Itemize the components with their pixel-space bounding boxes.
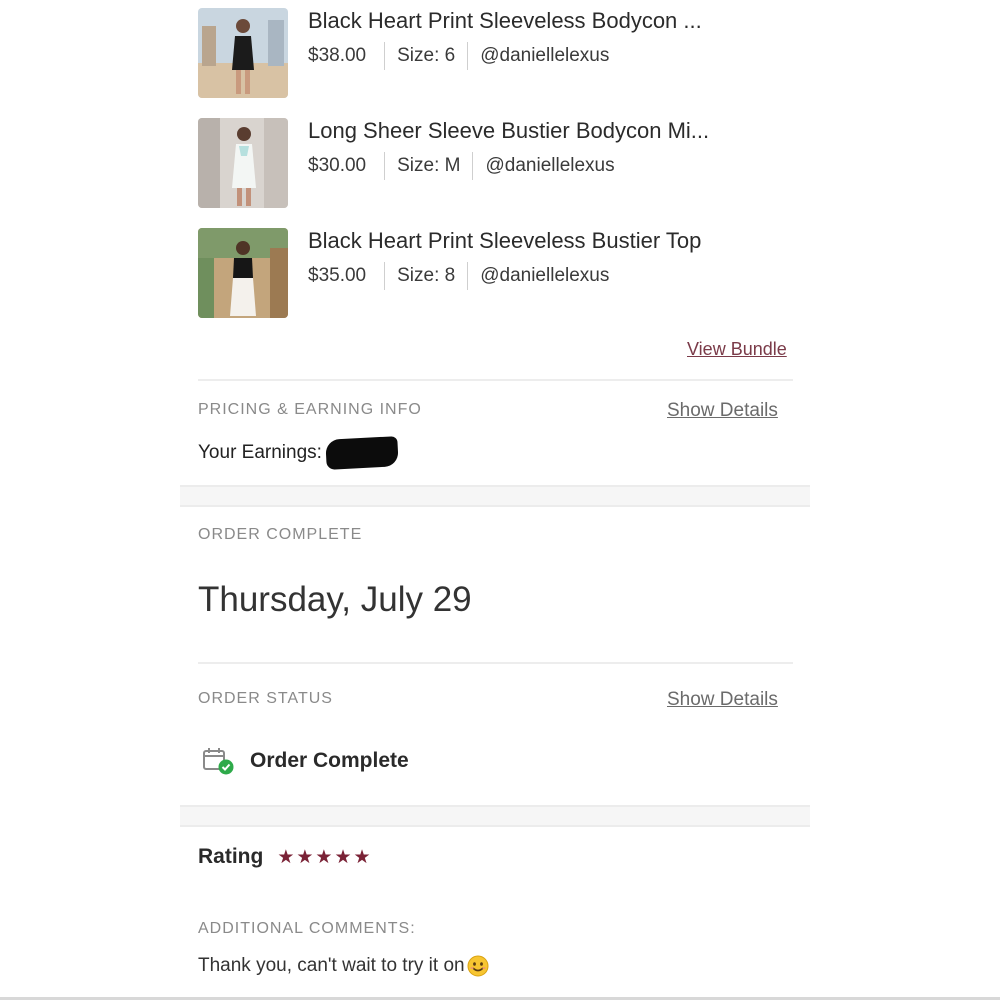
star-icon: ★ [296,846,314,868]
bundle-item[interactable]: Long Sheer Sleeve Bustier Bodycon Mi... … [198,118,798,210]
order-status-text: Order Complete [250,749,409,772]
item-title[interactable]: Black Heart Print Sleeveless Bodycon ... [308,8,702,34]
item-size: Size: M [397,155,461,176]
star-icon: ★ [334,846,352,868]
black-top-photo-icon [198,228,288,318]
white-dress-photo-icon [198,118,288,208]
item-size: Size: 8 [397,265,456,286]
pricing-show-details-link[interactable]: Show Details [667,400,778,422]
meta-divider [467,262,469,290]
star-icon: ★ [315,846,333,868]
item-meta: $35.00 Size: 8 @daniellelexus [308,262,609,290]
item-title[interactable]: Long Sheer Sleeve Bustier Bodycon Mi... [308,118,709,144]
rating-row: Rating ★ ★ ★ ★ ★ [198,845,373,869]
black-dress-photo-icon [198,8,288,98]
calendar-check-icon [202,746,236,776]
item-title[interactable]: Black Heart Print Sleeveless Bustier Top [308,228,701,254]
meta-divider [467,42,469,70]
smiling-face-emoji-icon [467,955,489,977]
item-thumbnail[interactable] [198,118,288,208]
section-divider [198,662,793,664]
item-seller[interactable]: @daniellelexus [485,155,614,177]
item-meta: $30.00 Size: M @daniellelexus [308,152,615,180]
star-rating: ★ ★ ★ ★ ★ [277,846,372,869]
redacted-earnings-value [325,436,399,470]
pricing-section-label: PRICING & EARNING INFO [198,401,422,418]
order-complete-date: Thursday, July 29 [198,580,472,619]
item-price: $35.00 [308,265,367,286]
order-status-section-label: ORDER STATUS [198,690,333,707]
star-icon: ★ [353,846,371,868]
meta-divider [472,152,474,180]
section-separator [180,805,810,827]
item-price: $38.00 [308,45,367,66]
earnings-row: Your Earnings: [198,436,399,470]
status-show-details-link[interactable]: Show Details [667,689,778,711]
meta-divider [384,152,386,180]
meta-divider [384,262,386,290]
comment-text: Thank you, can't wait to try it on [198,955,465,976]
order-detail-page: Black Heart Print Sleeveless Bodycon ...… [0,0,1000,1000]
section-separator [180,485,810,507]
comments-section-label: ADDITIONAL COMMENTS: [198,920,416,937]
item-thumbnail[interactable] [198,228,288,318]
bundle-item[interactable]: Black Heart Print Sleeveless Bodycon ...… [198,8,798,100]
order-status-row: Order Complete [202,746,409,776]
item-meta: $38.00 Size: 6 @daniellelexus [308,42,609,70]
comment-row: Thank you, can't wait to try it on [198,955,489,977]
item-price: $30.00 [308,155,367,176]
earnings-label: Your Earnings: [198,442,322,463]
star-icon: ★ [277,846,295,868]
item-thumbnail[interactable] [198,8,288,98]
item-seller[interactable]: @daniellelexus [480,265,609,287]
item-seller[interactable]: @daniellelexus [480,45,609,67]
meta-divider [384,42,386,70]
item-size: Size: 6 [397,45,456,66]
section-divider [198,379,793,381]
bundle-item[interactable]: Black Heart Print Sleeveless Bustier Top… [198,228,798,320]
rating-label: Rating [198,845,264,868]
order-complete-section-label: ORDER COMPLETE [198,526,363,543]
view-bundle-link[interactable]: View Bundle [687,339,787,360]
